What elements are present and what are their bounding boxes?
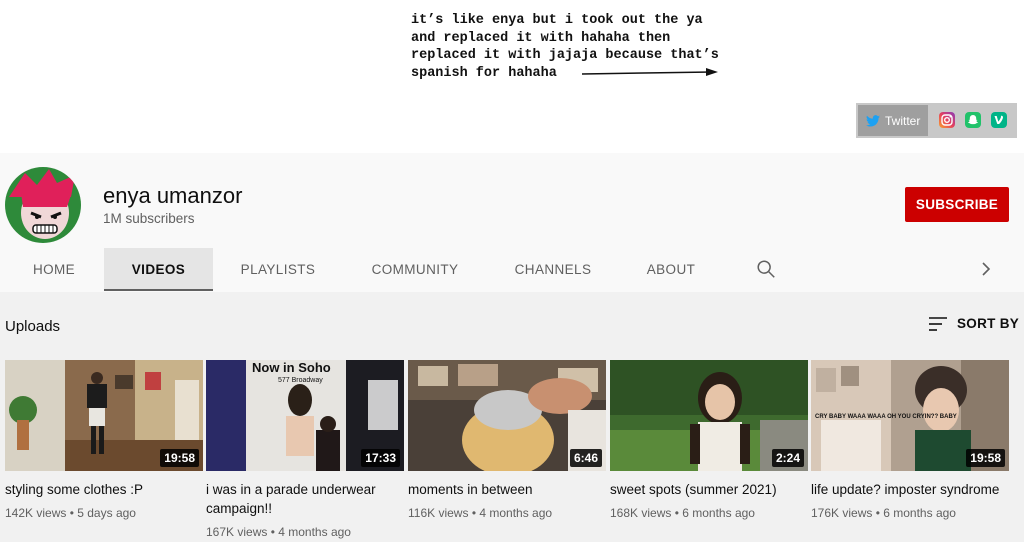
video-duration: 2:24 (771, 449, 804, 467)
chevron-right-icon[interactable] (978, 261, 994, 277)
video-title[interactable]: sweet spots (summer 2021) (610, 480, 808, 499)
video-title[interactable]: life update? imposter syndrome (811, 480, 1009, 499)
tab-playlists[interactable]: PLAYLISTS (230, 248, 326, 291)
tab-home[interactable]: HOME (19, 248, 89, 291)
sort-icon (929, 316, 947, 331)
thumb-sign-text: Now in Soho (252, 360, 331, 375)
snapchat-icon[interactable] (965, 112, 981, 128)
video-meta: 176K views • 6 months ago (811, 506, 956, 520)
tab-community[interactable]: COMMUNITY (360, 248, 470, 291)
video-thumbnail[interactable]: 2:24 (610, 360, 808, 471)
thumb-address-text: 577 Broadway (278, 377, 323, 384)
video-card[interactable]: 2:24 sweet spots (summer 2021) 168K view… (610, 360, 808, 520)
video-card[interactable]: CRY BABY WAAA WAAA OH YOU CRYIN?? BABY 1… (811, 360, 1009, 520)
video-thumbnail[interactable]: CRY BABY WAAA WAAA OH YOU CRYIN?? BABY 1… (811, 360, 1009, 471)
avatar[interactable] (5, 167, 81, 243)
video-age: 6 months ago (682, 506, 755, 520)
subscriber-count: 1M subscribers (103, 211, 195, 226)
video-meta: 116K views • 4 months ago (408, 506, 553, 520)
subscribe-button[interactable]: SUBSCRIBE (905, 187, 1009, 222)
tab-videos[interactable]: VIDEOS (104, 248, 213, 291)
video-age: 4 months ago (278, 525, 351, 539)
tab-about[interactable]: ABOUT (636, 248, 706, 291)
section-title: Uploads (5, 318, 61, 335)
video-views: 142K views (5, 506, 67, 520)
sort-by-label: SORT BY (957, 316, 1020, 331)
video-card[interactable]: Now in Soho 577 Broadway 17:33 i was in … (206, 360, 404, 539)
video-age: 4 months ago (479, 506, 553, 520)
video-views: 168K views (610, 506, 672, 520)
thumb-sign-text: CRY BABY WAAA WAAA OH YOU CRYIN?? BABY (815, 414, 957, 420)
video-card[interactable]: 19:58 styling some clothes :P 142K views… (5, 360, 203, 520)
video-title[interactable]: i was in a parade underwear campaign!! (206, 480, 404, 518)
video-thumbnail[interactable]: 19:58 (5, 360, 203, 471)
video-meta: 142K views • 5 days ago (5, 506, 136, 520)
tab-channels[interactable]: CHANNELS (504, 248, 602, 291)
video-duration: 19:58 (160, 449, 199, 467)
channel-tabs: HOME VIDEOS PLAYLISTS COMMUNITY CHANNELS… (0, 248, 1024, 291)
video-meta: 168K views • 6 months ago (610, 506, 755, 520)
video-meta: 167K views • 4 months ago (206, 525, 351, 539)
video-thumbnail[interactable]: 6:46 (408, 360, 606, 471)
channel-name: enya umanzor (103, 183, 243, 208)
video-title[interactable]: styling some clothes :P (5, 480, 203, 499)
vine-icon[interactable] (991, 112, 1007, 128)
video-views: 116K views (408, 506, 469, 520)
sort-by-button[interactable]: SORT BY (929, 316, 1019, 331)
video-views: 176K views (811, 506, 873, 520)
twitter-link[interactable]: Twitter (858, 105, 928, 136)
search-icon[interactable] (755, 258, 777, 280)
video-title[interactable]: moments in between (408, 480, 606, 499)
arrow-right-icon (581, 68, 718, 76)
video-views: 167K views (206, 525, 268, 539)
video-duration: 17:33 (361, 449, 400, 467)
instagram-icon[interactable] (939, 112, 955, 128)
twitter-link-label: Twitter (885, 113, 921, 128)
video-duration: 19:58 (966, 449, 1005, 467)
video-age: 5 days ago (77, 506, 136, 520)
twitter-icon (866, 114, 880, 127)
video-age: 6 months ago (883, 506, 956, 520)
video-duration: 6:46 (569, 449, 602, 467)
video-card[interactable]: 6:46 moments in between 116K views • 4 m… (408, 360, 606, 520)
video-thumbnail[interactable]: Now in Soho 577 Broadway 17:33 (206, 360, 404, 471)
